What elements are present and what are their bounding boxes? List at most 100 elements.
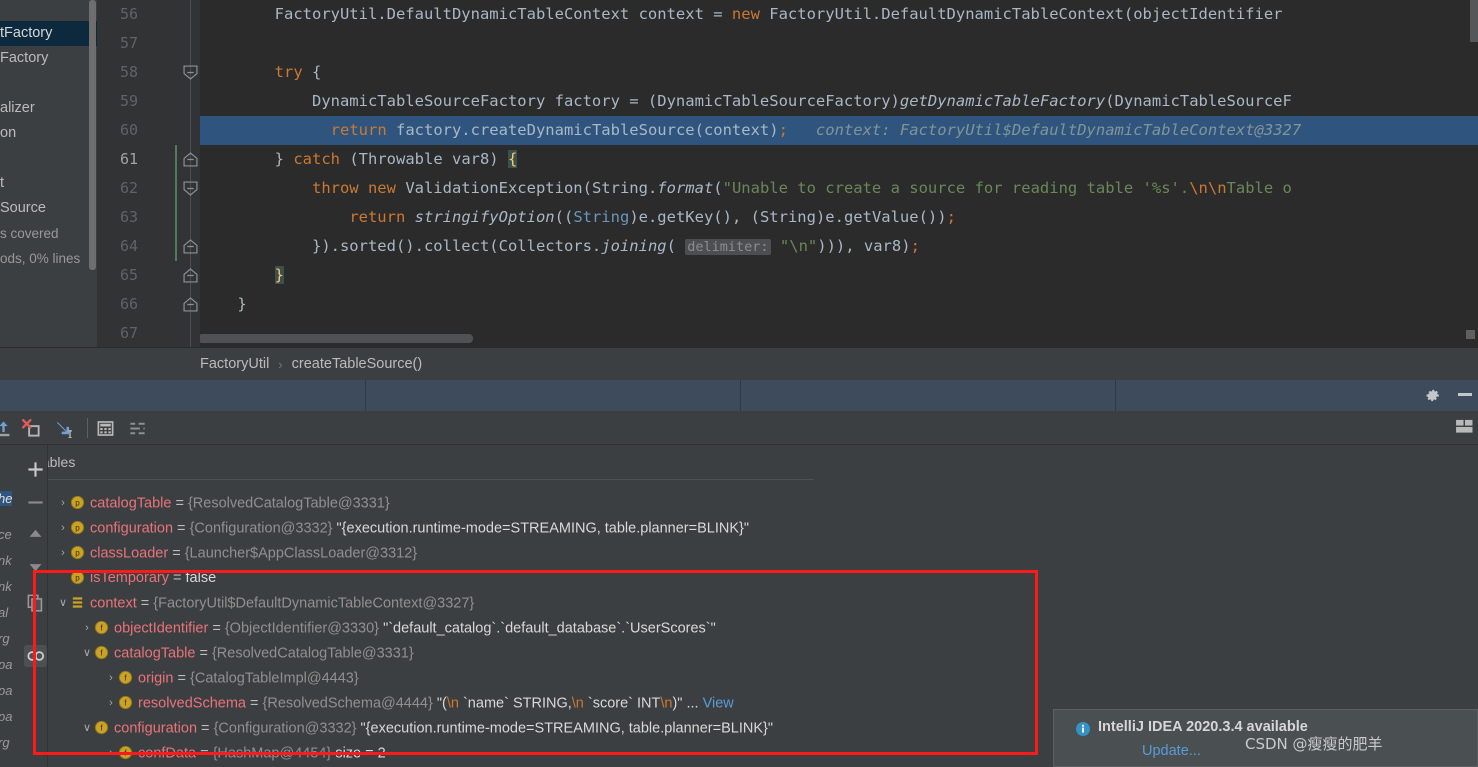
project-tree-item[interactable]: ods, 0% lines: [0, 246, 97, 271]
view-value-link[interactable]: View: [699, 695, 734, 711]
project-tree-item[interactable]: [0, 146, 97, 171]
frame-list-item[interactable]: nk: [0, 579, 12, 594]
breadcrumb-class[interactable]: FactoryUtil: [200, 356, 269, 372]
variable-row[interactable]: ∨ context = {FactoryUtil$DefaultDynamicTa…: [0, 591, 1478, 616]
line-number[interactable]: 61: [98, 145, 138, 174]
debugger-toolbar[interactable]: [0, 411, 1478, 445]
editor-scroll-marker[interactable]: [1466, 330, 1475, 339]
line-number[interactable]: 63: [98, 203, 138, 232]
variable-row[interactable]: › p configuration = {Configuration@3332} "…: [0, 516, 1478, 541]
gear-icon[interactable]: [1424, 387, 1441, 404]
chevron-down-icon[interactable]: ∨: [80, 641, 94, 666]
chevron-down-icon[interactable]: ∨: [56, 591, 70, 616]
variable-row[interactable]: › f objectIdentifier = {ObjectIdentifier@3…: [0, 616, 1478, 641]
chevron-down-icon[interactable]: ∨: [80, 716, 94, 741]
notification-update-link[interactable]: Update...: [1142, 743, 1201, 759]
editor-horizontal-scrollbar[interactable]: [198, 334, 473, 343]
fold-marker-icon[interactable]: [183, 297, 198, 312]
remove-watch-icon[interactable]: [26, 493, 45, 512]
minimize-icon[interactable]: [1458, 393, 1472, 396]
line-number[interactable]: 64: [98, 232, 138, 261]
copy-value-icon[interactable]: [26, 593, 45, 612]
project-tree-item[interactable]: Factory: [0, 46, 97, 71]
code-line[interactable]: DynamicTableSourceFactory factory = (Dyn…: [200, 87, 1478, 116]
project-tree-item[interactable]: Source: [0, 196, 97, 221]
settings-rows-icon[interactable]: [128, 419, 147, 438]
frame-list-item[interactable]: al: [0, 605, 8, 620]
variable-row[interactable]: ∨ f catalogTable = {ResolvedCatalogTable@3…: [0, 641, 1478, 666]
fold-marker-icon[interactable]: [183, 65, 198, 80]
variable-row[interactable]: p isTemporary = false: [0, 566, 1478, 591]
code-line[interactable]: [200, 29, 1478, 58]
line-number[interactable]: 59: [98, 87, 138, 116]
move-up-icon[interactable]: [26, 525, 45, 544]
frame-list-item[interactable]: pa: [0, 657, 12, 672]
project-tree-item[interactable]: on: [0, 121, 97, 146]
project-tree-item[interactable]: s covered: [0, 221, 97, 246]
code-canvas[interactable]: FactoryUtil.DefaultDynamicTableContext c…: [200, 0, 1478, 347]
line-number[interactable]: 56: [98, 0, 138, 29]
fold-marker-icon[interactable]: [183, 181, 198, 196]
code-editor[interactable]: FactoryUtil.DefaultDynamicTableContext c…: [0, 0, 1478, 347]
frames-panel-sliver[interactable]: he ce nk nk al rg pa pa pa rg: [0, 445, 22, 767]
breadcrumb-method[interactable]: createTableSource(): [292, 356, 423, 372]
project-tree-item[interactable]: t: [0, 171, 97, 196]
line-number[interactable]: 62: [98, 174, 138, 203]
code-line[interactable]: return stringifyOption((String)e.getKey(…: [200, 203, 1478, 232]
line-number[interactable]: 57: [98, 29, 138, 58]
code-line[interactable]: throw new ValidationException(String.for…: [200, 174, 1478, 203]
watches-side-toolbar[interactable]: [22, 445, 48, 767]
chevron-right-icon[interactable]: ›: [56, 516, 70, 541]
code-line[interactable]: }: [200, 261, 1478, 290]
chevron-right-icon[interactable]: ›: [104, 741, 118, 766]
code-line[interactable]: } catch (Throwable var8) {: [200, 145, 1478, 174]
add-watch-icon[interactable]: [26, 460, 45, 479]
variable-type: {HashMap@4454}: [212, 745, 336, 762]
line-number[interactable]: 65: [98, 261, 138, 290]
project-tree-item[interactable]: [0, 71, 97, 96]
force-step-into-icon[interactable]: [22, 419, 41, 438]
frame-list-item[interactable]: rg: [0, 735, 10, 750]
line-number[interactable]: 60: [98, 116, 138, 145]
variable-type: {Configuration@3332}: [213, 720, 361, 737]
frame-list-item[interactable]: rg: [0, 631, 10, 646]
code-token: DynamicTableSourceFactory factory = (Dyn…: [200, 92, 900, 110]
chevron-right-icon[interactable]: ›: [80, 616, 94, 641]
project-tree-scrollbar[interactable]: [89, 0, 96, 270]
line-number[interactable]: 58: [98, 58, 138, 87]
move-down-icon[interactable]: [26, 557, 45, 576]
breadcrumb[interactable]: FactoryUtil › createTableSource(): [0, 347, 1478, 380]
frame-list-item[interactable]: nk: [0, 553, 12, 568]
inspect-icon[interactable]: [24, 645, 47, 667]
project-tree-sliver[interactable]: tFactory Factory alizer on t Source s covered o…: [0, 0, 97, 347]
editor-vertical-scrollbar[interactable]: [1470, 0, 1478, 42]
chevron-right-icon[interactable]: ›: [104, 666, 118, 691]
chevron-right-icon[interactable]: ›: [56, 491, 70, 516]
step-out-icon[interactable]: [0, 419, 13, 438]
frame-list-item[interactable]: ce: [0, 527, 12, 542]
frame-list-item[interactable]: pa: [0, 683, 12, 698]
line-number[interactable]: 67: [98, 319, 138, 347]
fold-marker-icon[interactable]: [183, 268, 198, 283]
code-line[interactable]: }: [200, 290, 1478, 319]
code-line[interactable]: try {: [200, 58, 1478, 87]
code-line[interactable]: }).sorted().collect(Collectors.joining( …: [200, 232, 1478, 261]
run-to-cursor-icon[interactable]: [54, 419, 73, 439]
chevron-right-icon[interactable]: ›: [56, 541, 70, 566]
variable-row[interactable]: › p catalogTable = {ResolvedCatalogTable@3…: [0, 491, 1478, 516]
variable-row[interactable]: › f origin = {CatalogTableImpl@4443}: [0, 666, 1478, 691]
project-tree-item[interactable]: tFactory: [0, 21, 97, 46]
code-line[interactable]: FactoryUtil.DefaultDynamicTableContext c…: [200, 0, 1478, 29]
evaluate-expression-icon[interactable]: [96, 419, 115, 438]
variable-row[interactable]: › p classLoader = {Launcher$AppClassLoader…: [0, 541, 1478, 566]
frame-list-item[interactable]: pa: [0, 709, 12, 724]
fold-marker-icon[interactable]: [183, 239, 198, 254]
chevron-right-icon[interactable]: ›: [104, 691, 118, 716]
restore-layout-icon[interactable]: [1455, 419, 1474, 434]
line-number[interactable]: 66: [98, 290, 138, 319]
project-tree-item[interactable]: alizer: [0, 96, 97, 121]
code-line[interactable]: return factory.createDynamicTableSource(…: [200, 116, 1478, 145]
fold-marker-icon[interactable]: [183, 152, 198, 167]
editor-gutter[interactable]: 56 57 58 59 60 61 62 63 64 65 66 67: [97, 0, 200, 347]
frame-list-item[interactable]: he: [0, 491, 13, 506]
